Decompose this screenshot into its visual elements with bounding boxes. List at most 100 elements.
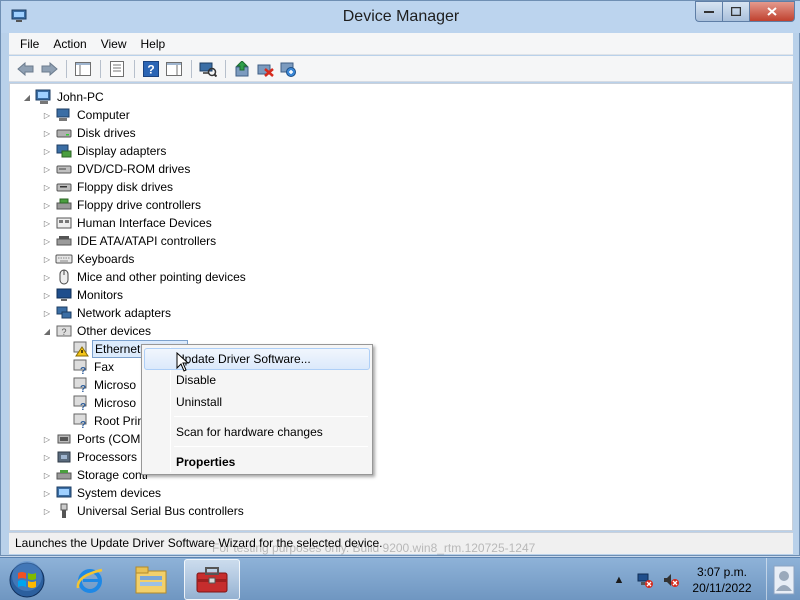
svg-text:?: ?: [80, 402, 86, 411]
tree-item-disk-drives[interactable]: ▷ Disk drives: [42, 124, 138, 142]
tree-item-monitors[interactable]: ▷ Monitors: [42, 286, 125, 304]
clock[interactable]: 3:07 p.m. 20/11/2022: [686, 564, 758, 596]
expand-arrow-icon[interactable]: ▷: [42, 129, 52, 138]
tree-item-network-adapters[interactable]: ▷ Network adapters: [42, 304, 173, 322]
enable-device-icon[interactable]: [277, 58, 299, 80]
forward-icon[interactable]: [38, 58, 60, 80]
tree-item-label: Display adapters: [77, 144, 167, 158]
tree-item-dvd-drives[interactable]: ▷ DVD/CD-ROM drives: [42, 160, 192, 178]
menu-bar: File Action View Help: [9, 33, 793, 55]
tree-root[interactable]: ◢ John-PC: [22, 88, 106, 106]
expand-arrow-icon[interactable]: ▷: [42, 453, 52, 462]
tree-item-usb-controllers[interactable]: ▷ Universal Serial Bus controllers: [42, 502, 246, 520]
tree-item-fax[interactable]: ? Fax: [72, 358, 116, 376]
expand-arrow-icon[interactable]: ▷: [42, 273, 52, 282]
tree-item-keyboards[interactable]: ▷ Keyboards: [42, 250, 136, 268]
update-driver-icon[interactable]: [231, 58, 253, 80]
expand-arrow-icon[interactable]: ▷: [42, 255, 52, 264]
tree-item-microsoft-1[interactable]: ? Microso: [72, 376, 138, 394]
svg-text:?: ?: [80, 420, 86, 429]
unknown-device-icon: ?: [72, 395, 90, 411]
toolbar-separator: [134, 59, 135, 78]
collapse-arrow-icon[interactable]: ◢: [22, 93, 32, 102]
expand-arrow-icon[interactable]: ▷: [42, 111, 52, 120]
show-hide-console-tree-icon[interactable]: [72, 58, 94, 80]
collapse-arrow-icon[interactable]: ◢: [42, 327, 52, 336]
svg-text:?: ?: [147, 62, 154, 76]
menu-help[interactable]: Help: [134, 34, 173, 54]
expand-arrow-icon[interactable]: ▷: [42, 435, 52, 444]
file-explorer-icon[interactable]: [123, 559, 179, 600]
expand-arrow-icon[interactable]: ▷: [42, 507, 52, 516]
expand-arrow-icon[interactable]: ▷: [42, 309, 52, 318]
start-button[interactable]: [7, 560, 47, 600]
tree-item-other-devices[interactable]: ◢ ? Other devices: [42, 322, 153, 340]
network-adapter-icon: [55, 305, 73, 321]
scan-hardware-icon[interactable]: [197, 58, 219, 80]
expand-arrow-icon[interactable]: ▷: [42, 471, 52, 480]
menu-file[interactable]: File: [13, 34, 46, 54]
expand-arrow-icon[interactable]: ▷: [42, 201, 52, 210]
toolbar-separator: [191, 59, 192, 78]
toolbar-separator: [66, 59, 67, 78]
expand-arrow-icon[interactable]: ▷: [42, 219, 52, 228]
network-status-icon[interactable]: [634, 569, 656, 591]
device-tree[interactable]: ◢ John-PC ▷ Computer ▷ Disk drives ▷ Dis…: [9, 83, 793, 531]
expand-arrow-icon[interactable]: ▷: [42, 291, 52, 300]
expand-arrow-icon[interactable]: ▷: [42, 165, 52, 174]
properties-menu-item[interactable]: Properties: [144, 451, 370, 473]
tree-item-label: Human Interface Devices: [77, 216, 212, 230]
svg-text:?: ?: [80, 384, 86, 393]
disable-menu-item[interactable]: Disable: [144, 369, 370, 391]
tree-item-storage-controllers[interactable]: ▷ Storage contr: [42, 466, 151, 484]
window-title: Device Manager: [342, 8, 460, 25]
storage-controller-icon: [55, 467, 73, 483]
tree-item-ports[interactable]: ▷ Ports (COM: [42, 430, 142, 448]
tree-item-floppy-drive-controllers[interactable]: ▷ Floppy drive controllers: [42, 196, 203, 214]
uninstall-menu-item[interactable]: Uninstall: [144, 391, 370, 413]
tree-item-system-devices[interactable]: ▷ System devices: [42, 484, 163, 502]
tree-item-processors[interactable]: ▷ Processors: [42, 448, 139, 466]
expand-arrow-icon[interactable]: ▷: [42, 237, 52, 246]
back-icon[interactable]: [15, 58, 37, 80]
tree-item-floppy-disk-drives[interactable]: ▷ Floppy disk drives: [42, 178, 175, 196]
properties-icon[interactable]: [106, 58, 128, 80]
expand-arrow-icon[interactable]: ▷: [42, 183, 52, 192]
scan-for-hardware-changes-menu-item[interactable]: Scan for hardware changes: [144, 421, 370, 443]
expand-arrow-icon[interactable]: ▷: [42, 147, 52, 156]
tree-item-root-print[interactable]: ? Root Prin: [72, 412, 146, 430]
clock-time: 3:07 p.m.: [696, 564, 748, 579]
menu-view[interactable]: View: [94, 34, 134, 54]
uninstall-icon[interactable]: [254, 58, 276, 80]
unknown-device-icon: ?: [72, 377, 90, 393]
tree-item-human-interface-devices[interactable]: ▷ Human Interface Devices: [42, 214, 214, 232]
expand-arrow-icon[interactable]: ▷: [42, 489, 52, 498]
tree-root-label: John-PC: [57, 90, 104, 104]
caption-buttons: [695, 1, 795, 22]
internet-explorer-icon[interactable]: [62, 559, 118, 600]
minimize-button[interactable]: [695, 1, 722, 22]
tree-item-display-adapters[interactable]: ▷ Display adapters: [42, 142, 168, 160]
help-icon[interactable]: ?: [140, 58, 162, 80]
tree-item-mice[interactable]: ▷ Mice and other pointing devices: [42, 268, 248, 286]
tree-item-microsoft-2[interactable]: ? Microso: [72, 394, 138, 412]
tree-item-label: Mice and other pointing devices: [77, 270, 246, 284]
tree-item-computer[interactable]: ▷ Computer: [42, 106, 132, 124]
title-bar[interactable]: Device Manager: [1, 1, 800, 33]
mouse-icon: [55, 269, 73, 285]
tree-item-label: Processors: [77, 450, 138, 464]
tree-item-label: Fax: [94, 360, 115, 374]
close-button[interactable]: [749, 1, 795, 22]
maximize-button[interactable]: [722, 1, 749, 22]
show-hidden-icons-arrow-icon[interactable]: ▲: [608, 569, 630, 591]
unknown-device-icon: ?: [72, 413, 90, 429]
tree-item-ide-controllers[interactable]: ▷ IDE ATA/ATAPI controllers: [42, 232, 218, 250]
volume-muted-icon[interactable]: [660, 569, 682, 591]
device-manager-icon[interactable]: [184, 559, 240, 600]
computer-icon: [55, 107, 73, 123]
tree-item-label: Floppy disk drives: [77, 180, 174, 194]
user-account-icon[interactable]: [766, 558, 800, 600]
tree-item-label: Computer: [77, 108, 130, 122]
menu-action[interactable]: Action: [46, 34, 93, 54]
show-action-pane-icon[interactable]: [163, 58, 185, 80]
